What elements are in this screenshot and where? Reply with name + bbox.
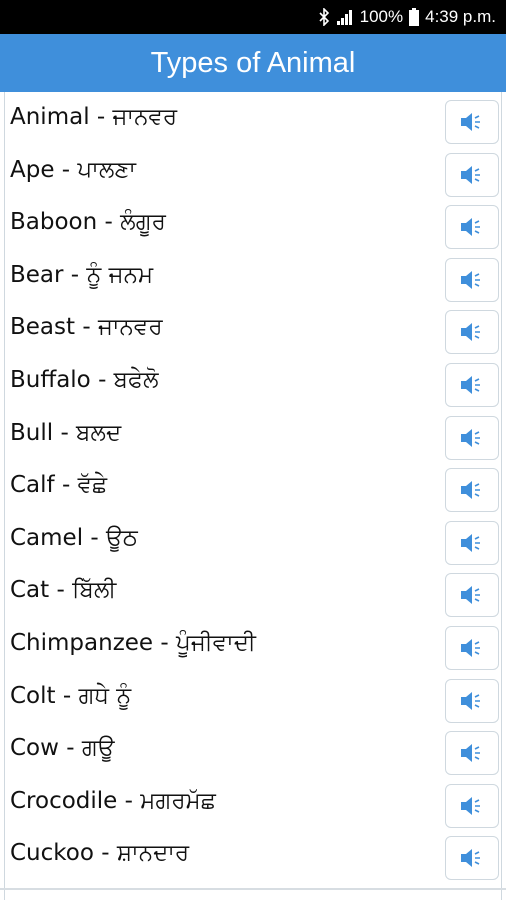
list-item[interactable]: Cat - ਬਿੱਲੀ: [5, 569, 501, 621]
speaker-icon: [461, 639, 480, 657]
status-bar: 100% 4:39 p.m.: [0, 0, 506, 34]
speaker-icon: [461, 218, 480, 237]
speak-button[interactable]: [445, 520, 499, 565]
word-translation: Beast - ਜਾਨਵਰ: [10, 314, 163, 341]
list-item[interactable]: Baboon - ਲੰਗੂਰ: [5, 201, 501, 253]
speaker-icon: [461, 849, 480, 868]
word-translation: Cow - ਗਊ: [10, 735, 115, 762]
speaker-icon: [461, 323, 480, 342]
speak-button[interactable]: [445, 415, 499, 460]
list-item[interactable]: Calf - ਵੱਛੇ: [5, 464, 501, 516]
word-translation: Crocodile - ਮਗਰਮੱਛ: [10, 787, 216, 814]
list-item[interactable]: Camel - ਊਠ: [5, 517, 501, 569]
word-translation: Bear - ਨੂੰ ਜਨਮ: [10, 261, 154, 288]
signal-icon: [336, 9, 354, 25]
speak-button[interactable]: [445, 626, 499, 670]
list-item[interactable]: Colt - ਗਧੇ ਨੂੰ: [5, 675, 501, 727]
clock: 4:39 p.m.: [425, 7, 496, 26]
speaker-icon: [461, 691, 480, 710]
speak-button[interactable]: [445, 731, 499, 776]
speaker-icon: [461, 165, 480, 184]
word-translation: Cat - ਬਿੱਲੀ: [10, 577, 117, 604]
speak-button[interactable]: [445, 205, 499, 250]
battery-level: 100%: [359, 7, 404, 26]
speak-button[interactable]: [445, 257, 499, 302]
list-item[interactable]: Cuckoo - ਸ਼ਾਨਦਾਰ: [5, 832, 501, 884]
list-item[interactable]: Crocodile - ਮਗਰਮੱਛ: [5, 780, 501, 832]
speaker-icon: [461, 744, 480, 763]
list-item[interactable]: Animal - ਜਾਨਵਰ: [5, 96, 501, 148]
word-translation: Animal - ਜਾਨਵਰ: [10, 104, 178, 130]
word-translation: Cuckoo - ਸ਼ਾਨਦਾਰ: [10, 840, 190, 867]
list-item[interactable]: Cow - ਗਊ: [5, 727, 501, 779]
list-item[interactable]: Chimpanzee - ਪੂੰਜੀਵਾਦੀ: [5, 622, 501, 674]
speaker-icon: [461, 113, 480, 131]
list-item[interactable]: Bull - ਬਲਦ: [5, 412, 501, 464]
speaker-icon: [461, 533, 480, 552]
app-header: Types of Animal: [0, 34, 506, 92]
word-translation: Camel - ਊਠ: [10, 524, 138, 551]
speak-button[interactable]: [445, 310, 499, 355]
speak-button[interactable]: [445, 836, 499, 881]
word-translation: Buffalo - ਬਫੇਲੋ: [10, 367, 159, 393]
list-item[interactable]: Bear - ਨੂੰ ਜਨਮ: [5, 254, 501, 306]
speaker-icon: [461, 428, 480, 447]
word-translation: Chimpanzee - ਪੂੰਜੀਵਾਦੀ: [10, 630, 256, 656]
list-item[interactable]: Ape - ਪਾਲਣਾ: [5, 149, 501, 201]
word-translation: Bull - ਬਲਦ: [10, 419, 122, 446]
word-translation: Colt - ਗਧੇ ਨੂੰ: [10, 682, 132, 709]
list-item[interactable]: Buffalo - ਬਫੇਲੋ: [5, 359, 501, 411]
speak-button[interactable]: [445, 100, 499, 144]
word-translation: Calf - ਵੱਛੇ: [10, 472, 108, 499]
speak-button[interactable]: [445, 468, 499, 513]
bottom-divider: [0, 888, 506, 890]
page-title: Types of Animal: [150, 46, 356, 79]
speak-button[interactable]: [445, 678, 499, 723]
speak-button[interactable]: [445, 573, 499, 618]
word-list[interactable]: Animal - ਜਾਨਵਰ Ape - ਪਾਲਣਾ Baboon - ਲੰਗੂਰ B…: [4, 92, 502, 900]
speaker-icon: [461, 376, 480, 394]
speaker-icon: [461, 586, 480, 605]
speak-button[interactable]: [445, 363, 499, 407]
list-item[interactable]: Beast - ਜਾਨਵਰ: [5, 306, 501, 358]
speaker-icon: [461, 796, 480, 815]
speak-button[interactable]: [445, 783, 499, 828]
speaker-icon: [461, 481, 480, 500]
battery-icon: [409, 8, 420, 26]
word-translation: Baboon - ਲੰਗੂਰ: [10, 209, 166, 236]
bluetooth-icon: [318, 8, 330, 26]
word-translation: Ape - ਪਾਲਣਾ: [10, 156, 136, 183]
speaker-icon: [461, 270, 480, 289]
speak-button[interactable]: [445, 152, 499, 197]
